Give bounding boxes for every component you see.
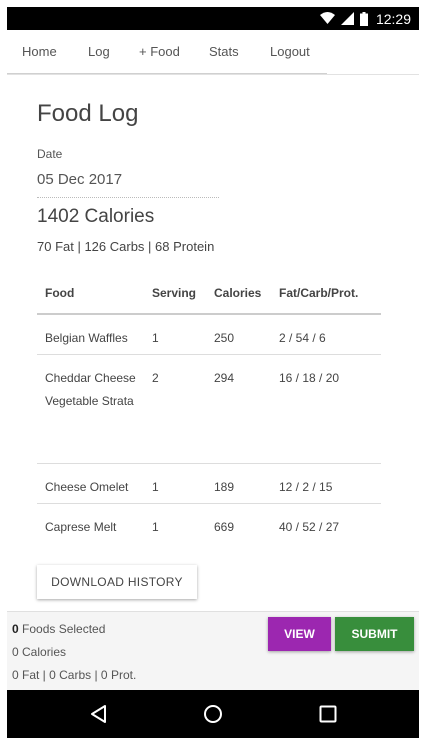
food-serving: 2 [144,354,206,464]
food-name: Caprese Melt [45,519,117,534]
table-header-row: Food Serving Calories Fat/Carb/Prot. [37,272,381,315]
home-icon[interactable] [201,702,225,726]
foods-selected: 0 Foods Selected [12,622,105,636]
food-log-table: Food Serving Calories Fat/Carb/Prot. Bel… [37,272,381,543]
view-button[interactable]: VIEW [268,617,331,651]
header-food: Food [37,272,144,315]
battery-icon [359,11,368,26]
food-macros: 16 / 18 / 20 [271,354,381,464]
table-row[interactable]: Cheddar Cheese Vegetable Strata 2 294 16… [37,354,381,464]
table-row[interactable]: Cheese Omelet 1 189 12 / 2 / 15 [37,463,381,504]
download-history-button[interactable]: DOWNLOAD HISTORY [37,565,197,599]
header-macros: Fat/Carb/Prot. [271,272,381,315]
food-calories: 250 [206,314,271,355]
status-time: 12:29 [375,10,411,27]
table-row[interactable]: Belgian Waffles 1 250 2 / 54 / 6 [37,314,381,355]
signal-icon [340,12,354,25]
selected-calories: 0 Calories [12,645,67,659]
nav-add-food[interactable]: + Food [139,30,180,74]
food-serving: 1 [144,314,206,355]
main-content: Food Log Date 05 Dec 2017 1402 Calories … [7,75,419,611]
food-name: Cheddar Cheese Vegetable Strata [37,354,144,464]
macros-total: 70 Fat | 126 Carbs | 68 Protein [37,239,215,254]
nav-log[interactable]: Log [88,30,110,74]
food-macros: 2 / 54 / 6 [271,314,381,355]
food-serving: 1 [152,519,159,534]
page-title: Food Log [37,100,139,127]
food-name: Cheese Omelet [37,463,144,504]
date-field[interactable]: 05 Dec 2017 [37,168,219,198]
nav-logout[interactable]: Logout [270,30,310,74]
status-bar: 12:29 [7,7,419,30]
food-calories: 294 [206,354,271,464]
food-macros: 40 / 52 / 27 [279,519,340,534]
submit-button[interactable]: SUBMIT [335,617,414,651]
recents-icon[interactable] [316,702,340,726]
device-screen: 12:29 Home Log + Food Stats Logout Food … [7,7,419,738]
top-nav: Home Log + Food Stats Logout [7,30,419,74]
food-calories: 669 [214,519,235,534]
selection-panel: 0 Foods Selected 0 Calories 0 Fat | 0 Ca… [7,611,419,690]
header-serving: Serving [144,272,206,315]
selected-macros: 0 Fat | 0 Carbs | 0 Prot. [12,668,137,682]
table-row[interactable]: Caprese Melt 1 669 40 / 52 / 27 [37,503,381,543]
selected-count: 0 [12,622,19,636]
date-label: Date [37,147,63,161]
nav-stats[interactable]: Stats [209,30,239,74]
wifi-icon [319,12,335,24]
header-calories: Calories [206,272,271,315]
nav-home[interactable]: Home [22,30,57,74]
food-macros: 12 / 2 / 15 [271,463,381,504]
calories-total: 1402 Calories [37,206,155,227]
android-nav-bar [7,690,419,738]
food-calories: 189 [206,463,271,504]
food-name: Belgian Waffles [37,314,144,355]
back-icon[interactable] [87,702,111,726]
food-serving: 1 [144,463,206,504]
selected-label: Foods Selected [18,622,106,636]
